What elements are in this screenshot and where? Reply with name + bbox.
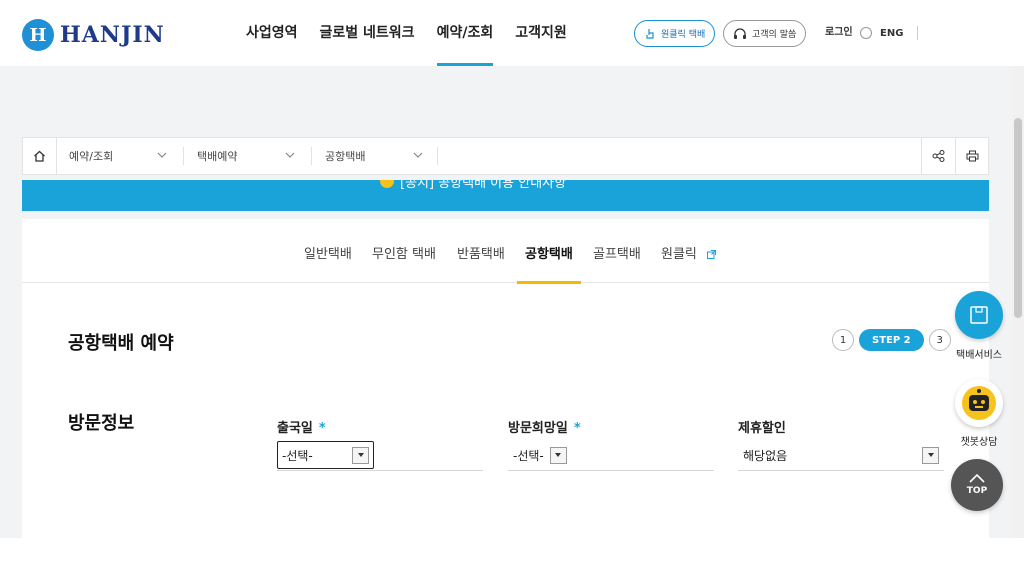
breadcrumb-label: 예약/조회 xyxy=(69,150,114,163)
site-header: H HANJIN 사업영역 글로벌 네트워크 예약/조회 고객지원 원클릭 택배… xyxy=(0,0,1024,108)
select-value: -선택- xyxy=(282,448,313,463)
print-icon xyxy=(966,150,979,162)
page-scrollbar[interactable] xyxy=(1012,66,1024,538)
logo-text: HANJIN xyxy=(60,22,165,48)
header-divider xyxy=(917,26,918,40)
chatbot-robot-icon xyxy=(962,386,996,420)
scrollbar-thumb[interactable] xyxy=(1014,118,1022,318)
hanjin-logo[interactable]: H HANJIN xyxy=(22,19,165,51)
breadcrumb-reservation[interactable]: 예약/조회 xyxy=(69,138,181,174)
partner-discount-control: 해당없음 xyxy=(738,441,944,471)
language-label: ENG xyxy=(880,27,904,39)
login-link[interactable]: 로그인 xyxy=(825,0,853,66)
scroll-top-label: TOP xyxy=(966,486,988,496)
select-value: 해당없음 xyxy=(743,448,788,463)
tab-oneclick-label: 원클릭 xyxy=(661,247,697,262)
partner-discount-select[interactable]: 해당없음 xyxy=(743,441,939,469)
field-label-text: 방문희망일 xyxy=(508,421,568,436)
notice-icon xyxy=(380,180,394,188)
chevron-down-icon xyxy=(285,152,295,158)
home-button[interactable] xyxy=(23,138,57,174)
hand-pointer-icon xyxy=(646,28,654,39)
partner-discount-field: 제휴할인 해당없음 xyxy=(738,417,944,471)
step-indicator: 1 STEP 2 3 xyxy=(832,329,951,351)
step-1: 1 xyxy=(832,329,854,351)
headset-icon xyxy=(734,27,746,39)
breadcrumb-divider xyxy=(311,147,312,165)
dropdown-arrow-icon xyxy=(922,446,939,464)
page-title: 공항택배 예약 xyxy=(68,333,174,354)
language-switch[interactable]: ENG xyxy=(860,0,903,66)
step-2-active: STEP 2 xyxy=(859,329,924,351)
breadcrumb-divider xyxy=(437,147,438,165)
nav-global-network[interactable]: 글로벌 네트워크 xyxy=(320,0,415,66)
delivery-service-label: 택배서비스 xyxy=(956,350,1002,361)
oneclick-delivery-button[interactable]: 원클릭 택배 xyxy=(634,20,716,47)
customer-voice-button[interactable]: 고객의 말씀 xyxy=(723,20,807,47)
main-nav: 사업영역 글로벌 네트워크 예약/조회 고객지원 xyxy=(246,0,589,66)
customer-voice-label: 고객의 말씀 xyxy=(752,30,797,40)
departure-date-select[interactable]: -선택- xyxy=(277,441,374,469)
bottom-blank-area xyxy=(0,538,1024,576)
notice-text: [공지] 공항택배 이용 안내사항 xyxy=(400,180,567,191)
tab-golf-delivery[interactable]: 골프택배 xyxy=(593,219,641,283)
field-label-text: 제휴할인 xyxy=(738,421,786,436)
oneclick-delivery-label: 원클릭 택배 xyxy=(661,30,706,40)
dropdown-arrow-icon xyxy=(549,446,567,464)
departure-date-field: 출국일 * -선택- xyxy=(277,417,483,471)
parcel-box-icon xyxy=(970,306,988,324)
logo-mark-icon: H xyxy=(22,19,54,51)
breadcrumb-label: 택배예약 xyxy=(197,150,238,163)
departure-date-label: 출국일 * xyxy=(277,417,483,436)
visit-date-select[interactable]: -선택- xyxy=(513,441,567,469)
chevron-up-icon xyxy=(969,474,985,483)
tab-general-delivery[interactable]: 일반택배 xyxy=(304,219,352,283)
breadcrumb-airport-delivery[interactable]: 공항택배 xyxy=(325,138,437,174)
nav-business[interactable]: 사업영역 xyxy=(246,0,298,66)
notice-banner[interactable]: [공지] 공항택배 이용 안내사항 xyxy=(22,180,989,211)
required-mark: * xyxy=(318,421,326,436)
breadcrumb-label: 공항택배 xyxy=(325,150,366,163)
chatbot-button[interactable] xyxy=(955,379,1003,427)
breadcrumb-divider xyxy=(183,147,184,165)
partner-discount-label: 제휴할인 xyxy=(738,417,944,436)
home-icon xyxy=(34,150,45,162)
scroll-top-button[interactable]: TOP xyxy=(951,459,1003,511)
external-link-icon xyxy=(707,250,717,259)
select-value: -선택- xyxy=(513,448,544,463)
dropdown-arrow-icon xyxy=(352,446,369,464)
breadcrumb-delivery-reservation[interactable]: 택배예약 xyxy=(197,138,309,174)
chatbot-label: 챗봇상담 xyxy=(960,437,998,448)
nav-reservation[interactable]: 예약/조회 xyxy=(436,0,493,66)
visit-date-field: 방문희망일 * -선택- xyxy=(508,417,714,471)
tab-locker-delivery[interactable]: 무인함 택배 xyxy=(372,219,436,283)
share-icon xyxy=(932,150,945,162)
visit-info-heading: 방문정보 xyxy=(68,413,135,434)
print-button[interactable] xyxy=(955,138,989,174)
departure-date-control: -선택- xyxy=(277,441,483,471)
visit-date-label: 방문희망일 * xyxy=(508,417,714,436)
reservation-card: 일반택배 무인함 택배 반품택배 공항택배 골프택배 원클릭 공항택배 예약 1… xyxy=(22,219,989,549)
share-button[interactable] xyxy=(921,138,955,174)
delivery-type-tabs: 일반택배 무인함 택배 반품택배 공항택배 골프택배 원클릭 xyxy=(22,219,989,284)
delivery-service-button[interactable] xyxy=(955,291,1003,339)
chevron-down-icon xyxy=(413,152,423,158)
tab-airport-delivery[interactable]: 공항택배 xyxy=(517,219,581,284)
required-mark: * xyxy=(573,421,581,436)
visit-date-control: -선택- xyxy=(508,441,714,471)
field-label-text: 출국일 xyxy=(277,421,313,436)
nav-support[interactable]: 고객지원 xyxy=(515,0,567,66)
tab-return-delivery[interactable]: 반품택배 xyxy=(457,219,505,283)
breadcrumb: 예약/조회 택배예약 공항택배 xyxy=(22,137,989,175)
scroll-top-content: TOP xyxy=(967,474,987,496)
chevron-down-icon xyxy=(157,152,167,158)
tab-oneclick[interactable]: 원클릭 xyxy=(661,219,717,283)
globe-icon xyxy=(860,27,872,39)
